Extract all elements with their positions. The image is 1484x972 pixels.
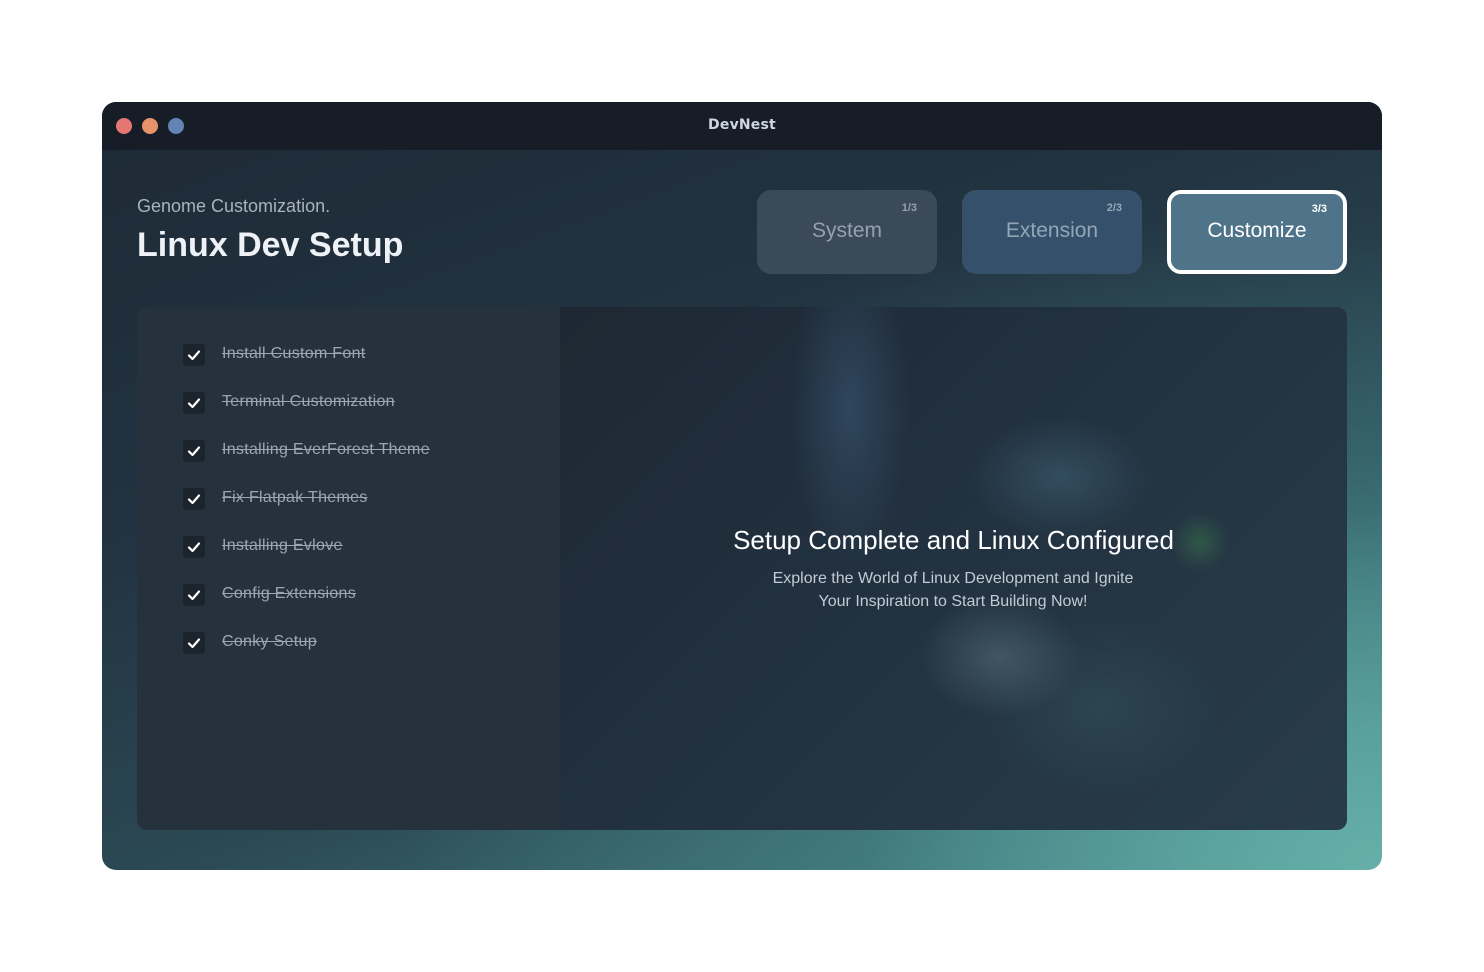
- task-label: Config Extensions: [222, 585, 357, 602]
- completion-line-1: Explore the World of Linux Development a…: [772, 570, 1134, 587]
- check-icon: [187, 638, 201, 649]
- window-title: DevNest: [708, 117, 776, 133]
- task-checkbox[interactable]: [183, 584, 205, 606]
- task-checkbox[interactable]: [183, 392, 205, 414]
- completion-panel: Setup Complete and Linux Configured Expl…: [560, 307, 1347, 830]
- step-label: Customize: [1207, 219, 1307, 242]
- step-number: 3/3: [1311, 203, 1327, 215]
- page-subtitle: Genome Customization.: [137, 196, 331, 216]
- check-icon: [187, 398, 201, 409]
- task-label: Fix Flatpak Themes: [222, 489, 368, 506]
- task-checkbox[interactable]: [183, 632, 205, 654]
- task-checkbox[interactable]: [183, 536, 205, 558]
- completion-title: Setup Complete and Linux Configured: [733, 525, 1174, 555]
- step-number: 2/3: [1106, 202, 1122, 214]
- step-extension-button[interactable]: 2/3 Extension: [962, 190, 1142, 274]
- task-label: Installing Evlove: [222, 537, 343, 554]
- page-title: Linux Dev Setup: [137, 226, 404, 264]
- task-label: Installing EverForest Theme: [222, 441, 430, 458]
- check-icon: [187, 446, 201, 457]
- task-label: Install Custom Font: [222, 345, 366, 362]
- step-label: Extension: [1005, 219, 1099, 242]
- task-label: Conky Setup: [222, 633, 317, 650]
- app-window: DevNest Genome Customization. Linux Dev …: [102, 102, 1382, 870]
- check-icon: [187, 590, 201, 601]
- completion-message: Explore the World of Linux Development a…: [753, 567, 1153, 613]
- task-checkbox[interactable]: [183, 488, 205, 510]
- content-panel: Install Custom Font Terminal Customizati…: [137, 307, 1347, 830]
- task-checkbox[interactable]: [183, 344, 205, 366]
- step-label: System: [811, 219, 882, 242]
- step-system-button[interactable]: 1/3 System: [757, 190, 937, 274]
- step-number: 1/3: [901, 202, 917, 214]
- completion-line-2: Your Inspiration to Start Building Now!: [818, 593, 1088, 610]
- check-icon: [187, 350, 201, 361]
- title-bar[interactable]: DevNest: [102, 102, 1382, 150]
- task-label: Terminal Customization: [222, 393, 395, 410]
- task-checkbox[interactable]: [183, 440, 205, 462]
- check-icon: [187, 542, 201, 553]
- check-icon: [187, 494, 201, 505]
- step-customize-button[interactable]: 3/3 Customize: [1167, 190, 1347, 274]
- task-list: Install Custom Font Terminal Customizati…: [137, 307, 560, 830]
